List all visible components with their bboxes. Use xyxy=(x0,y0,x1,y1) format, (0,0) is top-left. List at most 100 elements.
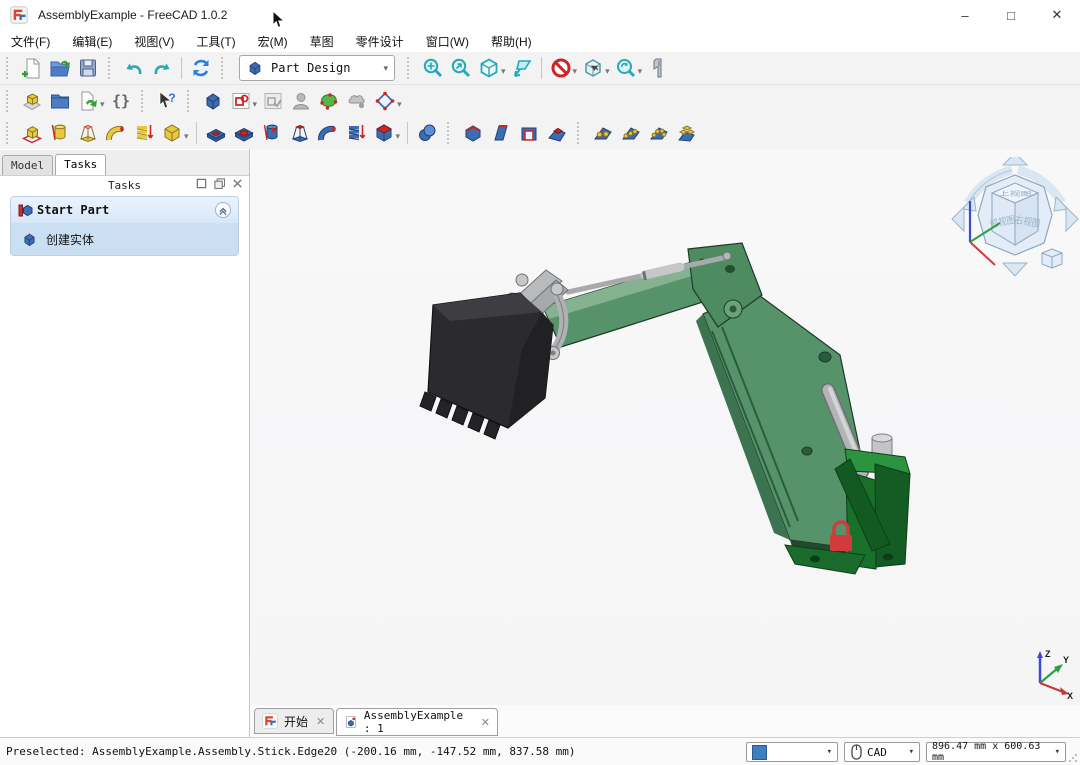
nav-mini-cube[interactable] xyxy=(1042,249,1062,268)
menu-help[interactable]: 帮助(H) xyxy=(480,30,543,52)
whats-this-icon: ? xyxy=(156,90,178,112)
menu-macro[interactable]: 宏(M) xyxy=(247,30,299,52)
new-file-button[interactable] xyxy=(18,55,46,82)
validate-sketch-button[interactable] xyxy=(315,88,343,115)
subtractive-pipe-icon xyxy=(317,122,339,144)
dock-close-icon[interactable] xyxy=(232,178,243,189)
boolean-button[interactable] xyxy=(543,120,571,147)
thickness-button[interactable] xyxy=(515,120,543,147)
subtractive-loft-button[interactable] xyxy=(286,120,314,147)
view-search-button[interactable] xyxy=(612,55,640,82)
pad-button[interactable] xyxy=(18,120,46,147)
make-link-button[interactable] xyxy=(74,88,102,115)
dock-float-icon[interactable] xyxy=(214,178,225,189)
toolbar-grip[interactable] xyxy=(6,90,14,112)
fillet-button[interactable] xyxy=(413,120,441,147)
workbench-selector[interactable]: Part Design xyxy=(239,55,395,81)
pocket-button[interactable] xyxy=(202,120,230,147)
axis-z-label: Z xyxy=(1045,649,1051,659)
subtractive-primitive-button[interactable] xyxy=(370,120,398,147)
close-button[interactable]: ✕ xyxy=(1034,0,1080,30)
multitransform-icon xyxy=(676,122,698,144)
group-button[interactable] xyxy=(46,88,74,115)
revolution-button[interactable] xyxy=(46,120,74,147)
whats-this-button[interactable]: ? xyxy=(153,88,181,115)
resize-grip[interactable] xyxy=(1068,753,1078,763)
nav-down-arrow xyxy=(1003,263,1027,276)
toolbar-grip[interactable] xyxy=(6,122,14,144)
mirrored-button[interactable] xyxy=(589,120,617,147)
polar-pattern-button[interactable] xyxy=(645,120,673,147)
undo-button[interactable] xyxy=(120,55,148,82)
multitransform-button[interactable] xyxy=(673,120,701,147)
datum-icon xyxy=(374,90,396,112)
toolbar-grip[interactable] xyxy=(407,57,415,79)
toolbar-grip[interactable] xyxy=(141,90,149,112)
menu-windows[interactable]: 窗口(W) xyxy=(415,30,480,52)
create-datum-button[interactable] xyxy=(371,88,399,115)
open-file-button[interactable] xyxy=(46,55,74,82)
tab-close-icon[interactable]: ✕ xyxy=(316,715,325,728)
menu-view[interactable]: 视图(V) xyxy=(123,30,185,52)
menu-edit[interactable]: 编辑(E) xyxy=(61,30,123,52)
draft-button[interactable] xyxy=(487,120,515,147)
clipping-plane-button[interactable] xyxy=(547,55,575,82)
additive-loft-button[interactable] xyxy=(74,120,102,147)
navigation-style-selector[interactable]: CAD xyxy=(844,742,920,762)
subtractive-helix-button[interactable] xyxy=(342,120,370,147)
additive-primitive-button[interactable] xyxy=(158,120,186,147)
save-file-button[interactable] xyxy=(74,55,102,82)
sync-view-button[interactable] xyxy=(508,55,536,82)
redo-button[interactable] xyxy=(148,55,176,82)
expression-button[interactable]: {} xyxy=(107,88,135,115)
tab-assembly-label: AssemblyExample : 1 xyxy=(364,709,473,735)
toolbar-grip[interactable] xyxy=(577,122,585,144)
toolbar-grip[interactable] xyxy=(187,90,195,112)
create-body-button[interactable] xyxy=(199,88,227,115)
maximize-button[interactable]: □ xyxy=(988,0,1034,30)
tab-tasks[interactable]: Tasks xyxy=(55,154,106,175)
box-element-selection-button[interactable] xyxy=(579,55,607,82)
linear-pattern-button[interactable] xyxy=(617,120,645,147)
refresh-button[interactable] xyxy=(187,55,215,82)
toolbar-grip[interactable] xyxy=(221,57,229,79)
menu-partdesign[interactable]: 零件设计 xyxy=(345,30,415,52)
std-part-button[interactable] xyxy=(18,88,46,115)
mouse-icon xyxy=(850,744,863,760)
zoom-selection-button[interactable] xyxy=(447,55,475,82)
toolbar-grip[interactable] xyxy=(6,57,14,79)
chamfer-button[interactable] xyxy=(459,120,487,147)
toolbar-grip[interactable] xyxy=(108,57,116,79)
measure-button[interactable] xyxy=(644,55,672,82)
start-part-icon xyxy=(17,202,33,218)
tab-model[interactable]: Model xyxy=(2,155,53,175)
create-sketch-button[interactable] xyxy=(227,88,255,115)
create-solid-task-item[interactable]: 创建实体 xyxy=(11,223,238,255)
menu-sketch[interactable]: 草图 xyxy=(299,30,345,52)
tab-start-page[interactable]: 开始 ✕ xyxy=(254,708,334,734)
axis-indicator: Z Y X xyxy=(1023,647,1075,699)
dock-restore-icon[interactable] xyxy=(196,178,207,189)
dimension-value: 896.47 mm x 600.63 mm xyxy=(932,741,1055,763)
dimension-selector[interactable]: 896.47 mm x 600.63 mm xyxy=(926,742,1066,762)
start-part-section-header[interactable]: Start Part xyxy=(11,197,238,223)
tab-close-icon[interactable]: ✕ xyxy=(481,716,490,729)
groove-button[interactable] xyxy=(258,120,286,147)
additive-box-icon xyxy=(161,122,183,144)
toolbar-grip[interactable] xyxy=(447,122,455,144)
navigation-cube[interactable]: 上视图 前视图 右视图 xyxy=(950,157,1080,285)
subtractive-pipe-button[interactable] xyxy=(314,120,342,147)
axonometric-view-button[interactable] xyxy=(475,55,503,82)
hole-button[interactable] xyxy=(230,120,258,147)
box-selection-icon xyxy=(582,57,604,79)
additive-pipe-button[interactable] xyxy=(102,120,130,147)
menu-file[interactable]: 文件(F) xyxy=(0,30,61,52)
draw-style-selector[interactable] xyxy=(746,742,838,762)
menu-tools[interactable]: 工具(T) xyxy=(185,30,246,52)
tab-assembly-document[interactable]: AssemblyExample : 1 ✕ xyxy=(336,708,498,736)
collapse-section-icon[interactable] xyxy=(214,201,232,219)
additive-helix-button[interactable] xyxy=(130,120,158,147)
minimize-button[interactable]: – xyxy=(942,0,988,30)
zoom-fit-button[interactable] xyxy=(419,55,447,82)
3d-viewport[interactable]: 上视图 前视图 右视图 Z Y X xyxy=(250,149,1080,705)
